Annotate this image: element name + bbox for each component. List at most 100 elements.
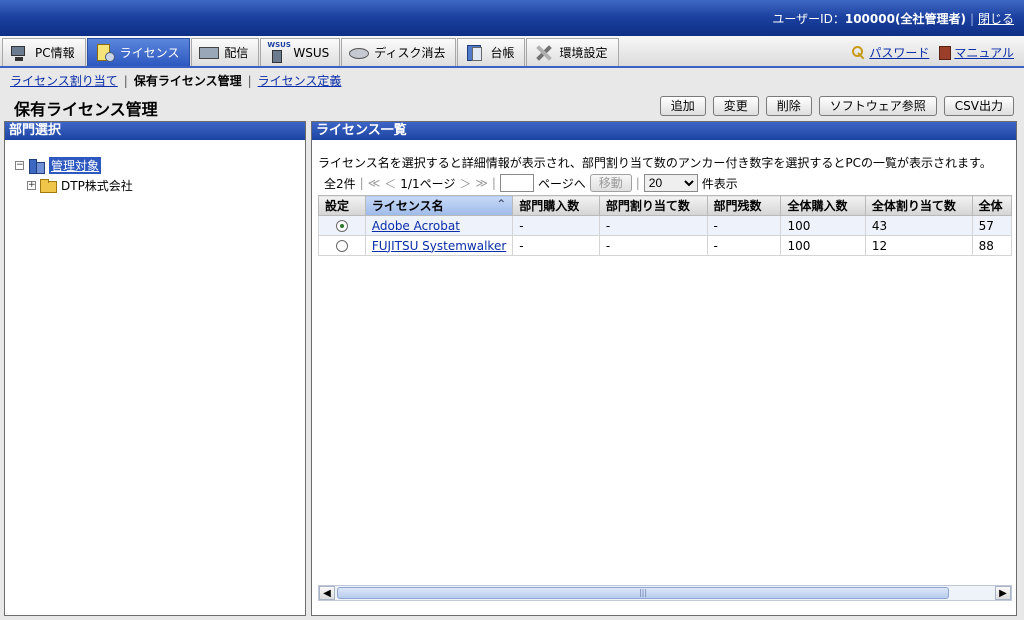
software-reference-button[interactable]: ソフトウェア参照 xyxy=(818,96,937,116)
collapse-icon[interactable]: − xyxy=(15,160,24,170)
license-name-link[interactable]: Adobe Acrobat xyxy=(372,219,460,233)
delete-button[interactable]: 削除 xyxy=(765,96,812,116)
scroll-right-icon[interactable]: ▶ xyxy=(995,586,1011,600)
scroll-left-icon[interactable]: ◀ xyxy=(319,586,335,600)
tab-label: ライセンス xyxy=(119,46,180,60)
license-table: 設定 ライセンス名 ⌃ 部門購入数 部門割り当て数 部門残数 全体購入数 全体割り… xyxy=(318,195,1012,256)
close-link[interactable]: 閉じる xyxy=(978,12,1014,26)
cell-total-assigned: 12 xyxy=(864,235,973,256)
column-header-license-name[interactable]: ライセンス名 ⌃ xyxy=(364,195,514,216)
column-header-dept-assigned[interactable]: 部門割り当て数 xyxy=(598,195,708,216)
sort-icon: ⌃ xyxy=(496,197,507,211)
tab-license[interactable]: ライセンス xyxy=(86,38,191,66)
tree-node-root: − 管理対象 xyxy=(15,155,133,175)
tab-settings[interactable]: 環境設定 xyxy=(526,38,619,66)
tree-node-child: + DTP株式会社 xyxy=(15,175,133,195)
prev-page-button[interactable]: ＜ xyxy=(384,175,396,192)
settings-icon xyxy=(533,43,555,63)
subnav-owned-license: 保有ライセンス管理 xyxy=(133,74,242,88)
per-page-suffix: 件表示 xyxy=(701,176,738,191)
cell-dept-remaining: - xyxy=(706,215,782,236)
page-number-input[interactable] xyxy=(499,174,534,192)
next-page-button[interactable]: ＞ xyxy=(459,175,471,192)
cell-total-assigned: 43 xyxy=(864,215,973,236)
csv-export-button[interactable]: CSV出力 xyxy=(943,96,1014,116)
organization-icon xyxy=(27,158,45,174)
edit-button[interactable]: 変更 xyxy=(712,96,759,116)
goto-suffix: ページへ xyxy=(537,176,586,191)
tree-label-root[interactable]: 管理対象 xyxy=(49,156,102,174)
password-tool[interactable]: パスワード xyxy=(852,44,929,61)
column-header-dept-remaining[interactable]: 部門残数 xyxy=(706,195,782,216)
per-page-select[interactable]: 20 xyxy=(643,174,698,192)
cell-dept-remaining: - xyxy=(706,235,782,256)
sub-navigation: ライセンス割り当て | 保有ライセンス管理 | ライセンス定義 xyxy=(10,74,342,88)
tab-label: WSUS xyxy=(293,45,330,60)
separator: | xyxy=(969,12,974,26)
key-icon xyxy=(852,45,866,60)
folder-icon xyxy=(39,178,57,193)
user-info: ユーザーID：100000(全社管理者) | 閉じる xyxy=(772,10,1014,27)
license-icon xyxy=(94,43,116,63)
wsus-icon: WSUS xyxy=(267,41,291,63)
horizontal-scrollbar[interactable]: ◀ ||| ▶ xyxy=(318,585,1012,601)
license-table-container: 設定 ライセンス名 ⌃ 部門購入数 部門割り当て数 部門残数 全体購入数 全体割り… xyxy=(318,195,1012,555)
department-tree: − 管理対象 + DTP株式会社 xyxy=(15,155,133,195)
table-row[interactable]: FUJITSU Systemwalker - - - 100 12 88 xyxy=(318,235,1012,256)
tab-distribution[interactable]: 配信 xyxy=(191,38,260,66)
cell-dept-assigned: - xyxy=(598,235,708,256)
cell-total-purchase: 100 xyxy=(780,235,866,256)
tab-disk-erase[interactable]: ディスク消去 xyxy=(341,38,457,66)
top-bar: ユーザーID：100000(全社管理者) | 閉じる xyxy=(0,0,1024,36)
pc-icon xyxy=(9,43,31,63)
tab-label: PC情報 xyxy=(35,46,75,60)
first-page-button[interactable]: ≪ xyxy=(368,176,381,190)
column-header-total-remaining[interactable]: 全体 xyxy=(971,195,1012,216)
password-link[interactable]: パスワード xyxy=(869,44,929,61)
page-info: 1/1ページ xyxy=(400,176,456,191)
tab-ledger[interactable]: 台帳 xyxy=(457,38,526,66)
tree-label-child[interactable]: DTP株式会社 xyxy=(61,177,133,194)
scroll-thumb[interactable]: ||| xyxy=(337,587,949,599)
panel-title: 部門選択 xyxy=(5,122,305,140)
manual-link[interactable]: マニュアル xyxy=(954,44,1014,61)
total-count: 全2件 xyxy=(324,176,356,191)
expand-icon[interactable]: + xyxy=(27,180,36,190)
move-button[interactable]: 移動 xyxy=(589,174,632,192)
table-header-row: 設定 ライセンス名 ⌃ 部門購入数 部門割り当て数 部門残数 全体購入数 全体割り… xyxy=(318,195,1012,216)
distribution-icon xyxy=(198,43,220,63)
cell-total-remaining: 88 xyxy=(971,235,1012,256)
subnav-license-define[interactable]: ライセンス定義 xyxy=(258,74,342,88)
table-row[interactable]: Adobe Acrobat - - - 100 43 57 xyxy=(318,215,1012,236)
tab-label: 配信 xyxy=(224,46,249,60)
user-id-value: 100000(全社管理者) xyxy=(844,12,966,26)
tab-wsus[interactable]: WSUS WSUS xyxy=(260,38,341,66)
panel-title: ライセンス一覧 xyxy=(312,122,1016,140)
tab-bar: PC情報 ライセンス 配信 WSUS WSUS ディスク消去 台帳 環境設定 パ… xyxy=(0,36,1024,68)
row-radio[interactable] xyxy=(335,240,348,252)
action-buttons: 追加 変更 削除 ソフトウェア参照 CSV出力 xyxy=(659,96,1014,116)
cell-dept-purchase: - xyxy=(512,215,600,236)
subnav-license-assign[interactable]: ライセンス割り当て xyxy=(10,74,118,88)
ledger-icon xyxy=(464,43,486,63)
column-header-total-purchase[interactable]: 全体購入数 xyxy=(780,195,866,216)
column-header-setting: 設定 xyxy=(318,195,366,216)
book-icon xyxy=(939,45,952,60)
pager: 全2件 | ≪ ＜ 1/1ページ ＞ ≫ | ページへ 移動 | 20 件表示 xyxy=(324,174,738,192)
tab-pc-info[interactable]: PC情報 xyxy=(2,38,86,66)
column-header-dept-purchase[interactable]: 部門購入数 xyxy=(512,195,600,216)
cell-dept-purchase: - xyxy=(512,235,600,256)
row-radio-selected[interactable] xyxy=(335,220,348,232)
last-page-button[interactable]: ≫ xyxy=(475,176,488,190)
license-name-link[interactable]: FUJITSU Systemwalker xyxy=(372,239,506,253)
department-panel: 部門選択 − 管理対象 + DTP株式会社 xyxy=(4,121,306,616)
disk-icon xyxy=(348,43,370,63)
column-header-total-assigned[interactable]: 全体割り当て数 xyxy=(864,195,973,216)
manual-tool[interactable]: マニュアル xyxy=(939,44,1014,61)
add-button[interactable]: 追加 xyxy=(659,96,706,116)
tab-label: ディスク消去 xyxy=(374,46,446,60)
tab-label: 環境設定 xyxy=(559,46,608,60)
cell-total-purchase: 100 xyxy=(780,215,866,236)
page-title: 保有ライセンス管理 xyxy=(14,100,158,119)
tab-label: 台帳 xyxy=(490,46,515,60)
